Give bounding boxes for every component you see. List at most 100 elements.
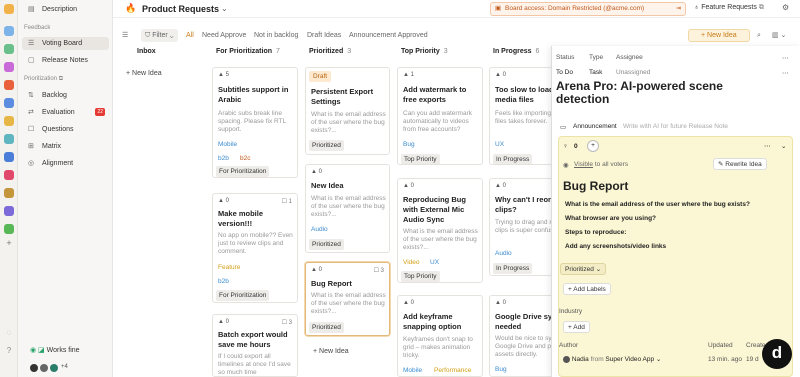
vote-count[interactable]: ▲ 0 bbox=[403, 183, 414, 189]
vote-count[interactable]: ▲ 1 bbox=[403, 72, 414, 78]
vote-count[interactable]: ▲ 0 bbox=[311, 267, 322, 273]
author-field[interactable]: Nadia from Super Video App ⌄ bbox=[563, 355, 661, 363]
idea-card[interactable]: ▲ 0 Reproducing Bug with External Mic Au… bbox=[397, 178, 483, 283]
inbox-new-idea[interactable]: + New Idea bbox=[126, 70, 162, 77]
type-value[interactable]: Task bbox=[589, 69, 602, 76]
status-value[interactable]: To Do bbox=[556, 69, 573, 76]
works-fine-status[interactable]: ◉ ◪ Works fine bbox=[30, 346, 80, 354]
bug-title[interactable]: Bug Report bbox=[563, 179, 628, 193]
feature-requests-link[interactable]: ♁ Feature Requests ⧉ bbox=[694, 4, 764, 12]
settings-icon[interactable]: ⚙ bbox=[782, 3, 789, 12]
avatar[interactable] bbox=[50, 364, 58, 372]
more-icon[interactable]: ⋯ bbox=[764, 142, 771, 150]
question-line: Steps to reproduce: bbox=[565, 229, 627, 236]
comment-count: ☐ 3 bbox=[373, 268, 384, 274]
idea-icon[interactable]: ◌ bbox=[4, 328, 14, 338]
idea-card-selected[interactable]: ▲ 0 ☐ 3 Bug Report What is the email add… bbox=[305, 262, 390, 336]
vote-count[interactable]: ▲ 0 bbox=[218, 198, 229, 204]
rail-item-icon[interactable] bbox=[4, 116, 14, 126]
list-view-icon[interactable]: ☰ bbox=[122, 29, 128, 42]
sidebar-item-backlog[interactable]: ⇅ Backlog bbox=[22, 89, 109, 102]
vote-count[interactable]: ▲ 0 bbox=[218, 319, 229, 325]
more-icon[interactable]: ⋯ bbox=[782, 54, 789, 62]
rail-item-icon[interactable] bbox=[4, 170, 14, 180]
announcement-input[interactable]: Write with AI for future Release Note bbox=[623, 123, 728, 130]
idea-card[interactable]: ▲ 5 Subtitles support in Arabic Arabic s… bbox=[212, 67, 298, 178]
rail-item-icon[interactable] bbox=[4, 80, 14, 90]
idea-card[interactable]: ▲ 0 Add keyframe snapping option Keyfram… bbox=[397, 295, 483, 377]
add-industry-button[interactable]: + Add bbox=[563, 321, 590, 333]
sidebar-item-matrix[interactable]: ⊞ Matrix bbox=[22, 140, 109, 153]
tab-need-approve[interactable]: Need Approve bbox=[202, 29, 246, 42]
vote-count[interactable]: ▲ 0 bbox=[495, 300, 506, 306]
tab-draft-ideas[interactable]: Draft Ideas bbox=[307, 29, 341, 42]
idea-card[interactable]: ▲ 0 Too slow to load media files Feels l… bbox=[489, 67, 559, 165]
search-icon[interactable]: ⌕ bbox=[757, 29, 761, 42]
sidebar-item-release-notes[interactable]: ▢ Release Notes bbox=[22, 54, 109, 67]
external-link-icon[interactable]: ⧉ bbox=[59, 76, 63, 82]
avatar[interactable] bbox=[30, 364, 38, 372]
vote-count[interactable]: ▲ 0 bbox=[495, 183, 506, 189]
idea-title[interactable]: Arena Pro: AI-powered scene detection bbox=[556, 80, 756, 107]
visibility-text[interactable]: Visible to all voters bbox=[574, 161, 628, 168]
idea-card[interactable]: ▲ 0 Google Drive sync needed Would be ni… bbox=[489, 295, 559, 377]
sidebar-item-voting-board[interactable]: ☰ Voting Board bbox=[22, 37, 109, 50]
rail-item-icon[interactable] bbox=[4, 62, 14, 72]
app-logo-icon[interactable] bbox=[4, 4, 14, 14]
idea-card[interactable]: ▲ 0 ☐ 3 Batch export would save me hours… bbox=[212, 314, 298, 377]
rewrite-idea-button[interactable]: ✎ Rewrite Idea bbox=[713, 158, 767, 170]
avatar[interactable] bbox=[40, 364, 48, 372]
idea-card[interactable]: ▲ 0 Why can't I reorder clips? Trying to… bbox=[489, 178, 559, 276]
prioritization-header: Prioritization ⧉ bbox=[24, 76, 63, 82]
rail-item-icon[interactable] bbox=[4, 152, 14, 162]
view-toggle-icon[interactable]: ▥ ⌄ bbox=[772, 29, 786, 42]
vote-count[interactable]: ▲ 0 bbox=[495, 72, 506, 78]
card-title: Too slow to load media files bbox=[495, 85, 554, 104]
sidebar-item-alignment[interactable]: ◎ Alignment bbox=[22, 157, 109, 170]
rail-item-icon[interactable] bbox=[4, 188, 14, 198]
assignee-label: Assignee bbox=[616, 54, 643, 61]
add-vote-button[interactable]: + bbox=[587, 140, 599, 152]
tag: Feature bbox=[218, 264, 241, 271]
more-icon[interactable]: ⋯ bbox=[782, 69, 789, 77]
vote-count[interactable]: ▲ 0 bbox=[311, 169, 322, 175]
idea-card[interactable]: ▲ 0 New Idea What is the email address o… bbox=[305, 164, 390, 253]
help-icon[interactable]: ? bbox=[4, 346, 14, 356]
rail-item-icon[interactable] bbox=[4, 206, 14, 216]
rail-item-icon[interactable] bbox=[4, 224, 14, 234]
card-title: New Idea bbox=[311, 181, 344, 190]
rail-item-icon[interactable] bbox=[4, 44, 14, 54]
sidebar-item-questions[interactable]: ☐ Questions bbox=[22, 123, 109, 136]
access-warning[interactable]: ▣ Board access: Domain Restricted (@acme.… bbox=[490, 2, 686, 16]
card-description: Feels like importing large files takes f… bbox=[495, 110, 558, 125]
tab-all[interactable]: All bbox=[186, 29, 194, 42]
new-idea-button[interactable]: + New Idea bbox=[688, 29, 750, 42]
assignee-value[interactable]: Unassigned bbox=[616, 69, 650, 76]
idea-card[interactable]: ▲ 1 Add watermark to free exports Can yo… bbox=[397, 67, 483, 165]
sidebar-item-evaluation[interactable]: ⇄ Evaluation 22 bbox=[22, 106, 109, 119]
column-in-progress: In Progress 6 bbox=[493, 48, 540, 55]
avatar-more[interactable]: +4 bbox=[61, 364, 68, 370]
rail-item-icon[interactable] bbox=[4, 134, 14, 144]
idea-card[interactable]: Draft Persistent Export Settings What is… bbox=[305, 67, 390, 155]
status-badge: For Prioritization bbox=[216, 290, 270, 301]
vote-count[interactable]: ▲ 0 bbox=[403, 300, 414, 306]
tab-announcement-approved[interactable]: Announcement Approved bbox=[349, 29, 428, 42]
collapse-icon[interactable]: ⌄ bbox=[781, 142, 786, 150]
rail-item-icon[interactable] bbox=[4, 98, 14, 108]
chevron-down-icon[interactable]: ⌄ bbox=[221, 4, 228, 13]
chat-widget-logo[interactable]: d bbox=[762, 339, 792, 369]
industry-label: Industry bbox=[559, 308, 583, 315]
prioritized-new-idea[interactable]: + New Idea bbox=[313, 348, 349, 355]
add-workspace-icon[interactable]: + bbox=[4, 238, 14, 248]
backlog-icon: ⇅ bbox=[28, 92, 34, 99]
rail-item-icon[interactable] bbox=[4, 26, 14, 36]
sidebar-item-description[interactable]: ▤ Description bbox=[22, 3, 109, 16]
tab-not-in-backlog[interactable]: Not in backlog bbox=[254, 29, 298, 42]
status-select[interactable]: Prioritized ⌄ bbox=[560, 263, 607, 275]
vote-count[interactable]: ▲ 5 bbox=[218, 72, 229, 78]
add-labels-button[interactable]: + Add Labels bbox=[563, 283, 611, 295]
idea-card[interactable]: ▲ 0 ☐ 1 Make mobile version!!! No app on… bbox=[212, 193, 298, 303]
card-title: Why can't I reorder clips? bbox=[495, 195, 559, 214]
filter-button[interactable]: ⛉ Filter ⌄ bbox=[141, 29, 178, 42]
